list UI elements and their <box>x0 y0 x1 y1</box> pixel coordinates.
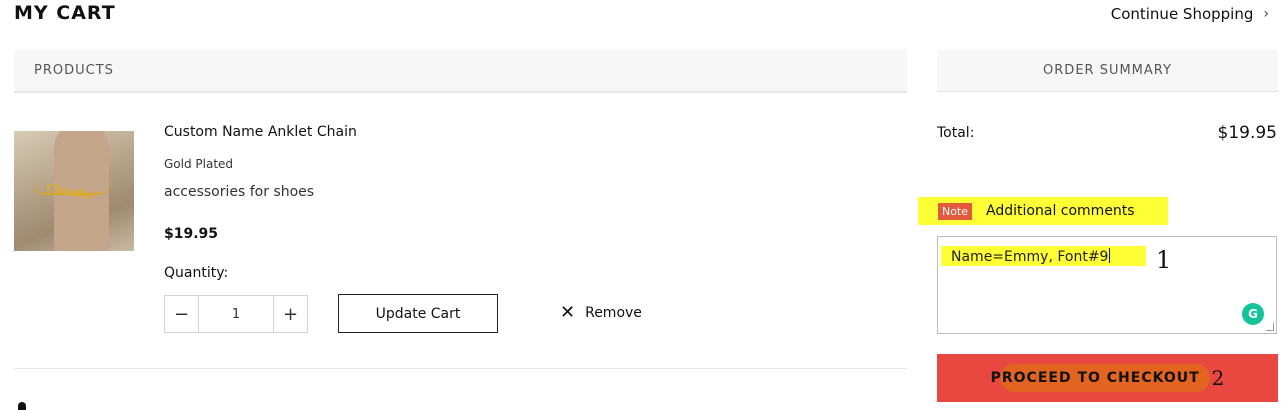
quantity-decrease-button[interactable]: − <box>165 296 198 332</box>
total-label: Total: <box>937 125 975 141</box>
product-price: $19.95 <box>164 226 219 242</box>
divider <box>14 92 907 93</box>
checkout-label: PROCEED TO CHECKOUT <box>990 370 1200 386</box>
continue-shopping-label: Continue Shopping <box>1110 5 1254 23</box>
note-badge: Note <box>938 202 973 220</box>
close-icon: ✕ <box>560 302 576 323</box>
product-description: accessories for shoes <box>164 184 315 200</box>
chevron-right-icon: › <box>1263 6 1269 22</box>
products-header-label: PRODUCTS <box>34 63 114 78</box>
continue-shopping-link[interactable]: Continue Shopping › <box>1111 5 1269 23</box>
grammarly-icon[interactable]: G <box>1242 303 1264 325</box>
product-variant: Gold Plated <box>164 157 234 171</box>
product-image[interactable]: Claudia <box>14 131 134 251</box>
comments-value-text: Name=Emmy, Font#9 <box>951 249 1109 265</box>
comments-value: Name=Emmy, Font#9 <box>951 248 1111 265</box>
note-highlight: Note Additional comments <box>918 197 1168 225</box>
divider <box>14 368 907 369</box>
order-summary-label: ORDER SUMMARY <box>1043 63 1172 78</box>
quantity-increase-button[interactable]: + <box>274 296 307 332</box>
products-header: PRODUCTS <box>14 50 907 92</box>
page-title: MY CART <box>14 2 116 24</box>
order-summary-header: ORDER SUMMARY <box>937 50 1278 92</box>
remove-label: Remove <box>585 305 642 321</box>
text-caret <box>1109 248 1111 263</box>
next-item-partial <box>18 402 26 410</box>
quantity-stepper: − 1 + <box>164 295 308 333</box>
annotation-step-2: 2 <box>1211 366 1225 390</box>
quantity-label: Quantity: <box>164 265 229 281</box>
annotation-step-1: 1 <box>1156 246 1172 274</box>
proceed-to-checkout-button[interactable]: PROCEED TO CHECKOUT 2 <box>937 354 1278 402</box>
additional-comments-textarea[interactable]: Name=Emmy, Font#9 G <box>937 236 1277 334</box>
total-value: $19.95 <box>1217 123 1277 143</box>
quantity-input[interactable]: 1 <box>198 296 274 332</box>
resize-handle-icon[interactable] <box>1266 323 1274 331</box>
remove-button[interactable]: ✕ Remove <box>560 304 642 322</box>
product-name[interactable]: Custom Name Anklet Chain <box>164 124 357 140</box>
update-cart-button[interactable]: Update Cart <box>338 294 498 333</box>
additional-comments-label: Additional comments <box>986 203 1135 219</box>
